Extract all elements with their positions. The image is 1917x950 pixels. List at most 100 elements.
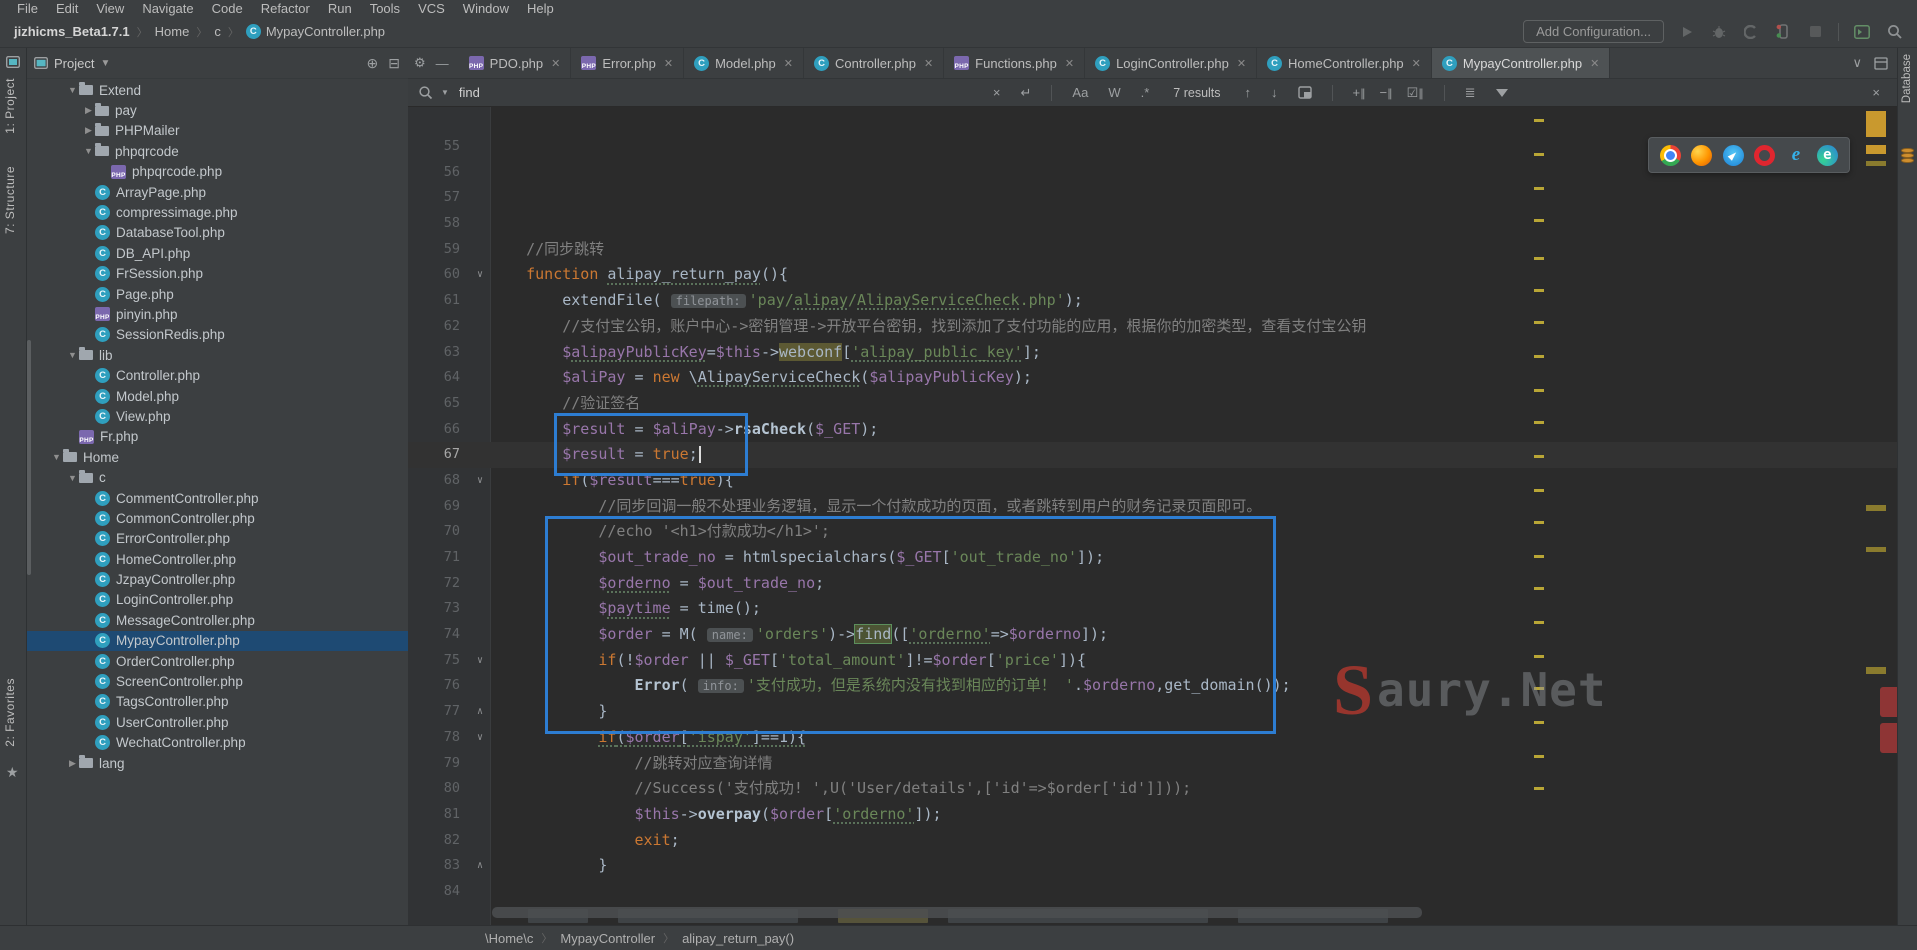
stop-icon[interactable]: [1806, 23, 1824, 41]
code-line[interactable]: 71 $out_trade_no = htmlspecialchars($_GE…: [408, 545, 1898, 571]
tree-item-home[interactable]: ▼ Home: [26, 447, 408, 467]
code-line[interactable]: 67 $result = true;: [408, 442, 1898, 468]
fold-open-icon[interactable]: ∨: [470, 468, 490, 494]
tree-item-commoncontroller-php[interactable]: C CommonController.php: [26, 508, 408, 528]
attach-debugger-icon[interactable]: [1774, 23, 1792, 41]
favorites-star-icon[interactable]: ★: [6, 764, 19, 781]
tree-item-fr-php[interactable]: PHP Fr.php: [26, 427, 408, 447]
tab-close-icon[interactable]: ✕: [924, 57, 933, 70]
code-line[interactable]: 58: [408, 211, 1898, 237]
add-configuration-button[interactable]: Add Configuration...: [1523, 20, 1664, 43]
sidebar-item-structure[interactable]: 7: Structure: [3, 166, 17, 234]
tree-collapsed-arrow[interactable]: ▶: [66, 758, 79, 769]
ie-icon[interactable]: e: [1785, 144, 1806, 166]
code-line[interactable]: 82 exit;: [408, 828, 1898, 854]
fold-close-icon[interactable]: ∧: [470, 853, 490, 879]
add-selection-icon[interactable]: +∥: [1347, 85, 1372, 100]
filter-results-icon[interactable]: [1490, 85, 1514, 100]
menu-item-vcs[interactable]: VCS: [409, 1, 454, 16]
tree-item-phpqrcode[interactable]: ▼ phpqrcode: [26, 141, 408, 161]
tree-item-wechatcontroller-php[interactable]: C WechatController.php: [26, 733, 408, 753]
tree-expanded-arrow[interactable]: ▼: [50, 452, 63, 462]
firefox-icon[interactable]: [1691, 144, 1713, 166]
tree-item-usercontroller-php[interactable]: C UserController.php: [26, 712, 408, 732]
tree-collapsed-arrow[interactable]: ▶: [82, 125, 95, 136]
run-icon[interactable]: [1678, 23, 1696, 41]
code-line[interactable]: 63 $alipayPublicKey=$this->webconf['alip…: [408, 340, 1898, 366]
remove-selection-icon[interactable]: −∥: [1374, 85, 1399, 100]
tab-error-php[interactable]: PHP Error.php ✕: [571, 48, 685, 78]
tree-item-phpqrcode-php[interactable]: PHP phpqrcode.php: [26, 162, 408, 182]
menu-item-navigate[interactable]: Navigate: [133, 1, 202, 16]
tree-item-ordercontroller-php[interactable]: C OrderController.php: [26, 651, 408, 671]
sidebar-item-database[interactable]: Database: [1901, 54, 1913, 103]
code-line[interactable]: 66 $result = $aliPay->rsaCheck($_GET);: [408, 417, 1898, 443]
menu-item-file[interactable]: File: [8, 1, 47, 16]
bottom-breadcrumb-item[interactable]: alipay_return_pay(): [682, 931, 794, 946]
tree-item-controller-php[interactable]: C Controller.php: [26, 365, 408, 385]
tree-item-commentcontroller-php[interactable]: C CommentController.php: [26, 488, 408, 508]
fold-open-icon[interactable]: ∨: [470, 725, 490, 751]
edge-icon[interactable]: e: [1816, 144, 1838, 166]
code-line[interactable]: 57: [408, 185, 1898, 211]
fold-open-icon[interactable]: ∨: [470, 262, 490, 288]
tree-collapsed-arrow[interactable]: ▶: [82, 105, 95, 116]
close-find-icon[interactable]: ×: [1872, 85, 1888, 100]
code-line[interactable]: 60 ∨ function alipay_return_pay(){: [408, 262, 1898, 288]
tree-item-arraypage-php[interactable]: C ArrayPage.php: [26, 182, 408, 202]
menu-item-refactor[interactable]: Refactor: [252, 1, 319, 16]
tree-expanded-arrow[interactable]: ▼: [66, 85, 79, 95]
code-line[interactable]: 81 $this->overpay($order['orderno']);: [408, 802, 1898, 828]
code-line[interactable]: 61 extendFile( filepath:'pay/alipay/Alip…: [408, 288, 1898, 314]
tree-item-logincontroller-php[interactable]: C LoginController.php: [26, 590, 408, 610]
tab-homecontroller-php[interactable]: C HomeController.php ✕: [1257, 48, 1432, 78]
search-input[interactable]: find: [459, 85, 979, 100]
code-line[interactable]: 59 //同步跳转: [408, 237, 1898, 263]
chrome-icon[interactable]: [1660, 144, 1682, 166]
tree-item-phpmailer[interactable]: ▶ PHPMailer: [26, 121, 408, 141]
chevron-down-icon[interactable]: ▼: [100, 58, 110, 69]
tree-expanded-arrow[interactable]: ▼: [82, 146, 95, 156]
code-line[interactable]: 77 ∧ }: [408, 699, 1898, 725]
code-line[interactable]: 65 //验证签名: [408, 391, 1898, 417]
code-line[interactable]: 83 ∧ }: [408, 853, 1898, 879]
code-line[interactable]: 84: [408, 879, 1898, 905]
hide-panel-icon[interactable]: —: [436, 56, 449, 71]
code-line[interactable]: 64 $aliPay = new \AlipayServiceCheck($al…: [408, 365, 1898, 391]
next-occurrence-button[interactable]: ↓: [1265, 85, 1284, 100]
tab-mypaycontroller-php[interactable]: C MypayController.php ✕: [1431, 48, 1611, 78]
sidebar-item-project[interactable]: 1: Project: [3, 78, 17, 134]
search-icon[interactable]: [418, 85, 433, 100]
hidden-tabs-chevron-icon[interactable]: ∨: [1852, 55, 1862, 71]
tab-close-icon[interactable]: ✕: [784, 57, 793, 70]
code-line[interactable]: 68 ∨ if($result===true){: [408, 468, 1898, 494]
code-line[interactable]: 62 //支付宝公钥，账户中心->密钥管理->开放平台密钥，找到添加了支付功能的…: [408, 314, 1898, 340]
filter-lines-icon[interactable]: ≣: [1459, 85, 1482, 101]
tree-item-screencontroller-php[interactable]: C ScreenController.php: [26, 671, 408, 691]
fold-close-icon[interactable]: ∧: [470, 699, 490, 725]
newline-icon[interactable]: ↵: [1015, 85, 1038, 101]
menu-item-edit[interactable]: Edit: [47, 1, 87, 16]
tab-close-icon[interactable]: ✕: [551, 57, 560, 70]
project-tree-scrollbar[interactable]: [27, 340, 31, 575]
tab-controller-php[interactable]: C Controller.php ✕: [804, 48, 945, 78]
code-line[interactable]: 76 Error( info: '支付成功，但是系统内没有找到相应的订单！ '.$…: [408, 673, 1898, 699]
bottom-breadcrumb-item[interactable]: \Home\c: [485, 931, 533, 946]
horizontal-scrollbar[interactable]: [492, 907, 1422, 918]
tab-close-icon[interactable]: ✕: [664, 57, 673, 70]
regex-toggle[interactable]: .*: [1135, 85, 1156, 100]
tree-item-compressimage-php[interactable]: Ccompressimage.php: [26, 202, 408, 222]
tree-item-tagscontroller-php[interactable]: C TagsController.php: [26, 692, 408, 712]
code-line[interactable]: 70 //echo '<h1>付款成功</h1>';: [408, 519, 1898, 545]
tab-pdo-php[interactable]: PHP PDO.php ✕: [459, 48, 572, 78]
tree-expanded-arrow[interactable]: ▼: [66, 473, 79, 483]
tree-item-sessionredis-php[interactable]: C SessionRedis.php: [26, 325, 408, 345]
bottom-breadcrumb-item[interactable]: MypayController: [560, 931, 655, 946]
tree-item-pay[interactable]: ▶ pay: [26, 100, 408, 120]
find-window-icon[interactable]: [1292, 86, 1318, 99]
tree-item-extend[interactable]: ▼ Extend: [26, 80, 408, 100]
clear-search-icon[interactable]: ×: [987, 85, 1007, 100]
project-panel-title[interactable]: Project: [54, 56, 94, 71]
select-all-occurrences-icon[interactable]: ☑∥: [1401, 85, 1430, 101]
tree-item-view-php[interactable]: C View.php: [26, 406, 408, 426]
